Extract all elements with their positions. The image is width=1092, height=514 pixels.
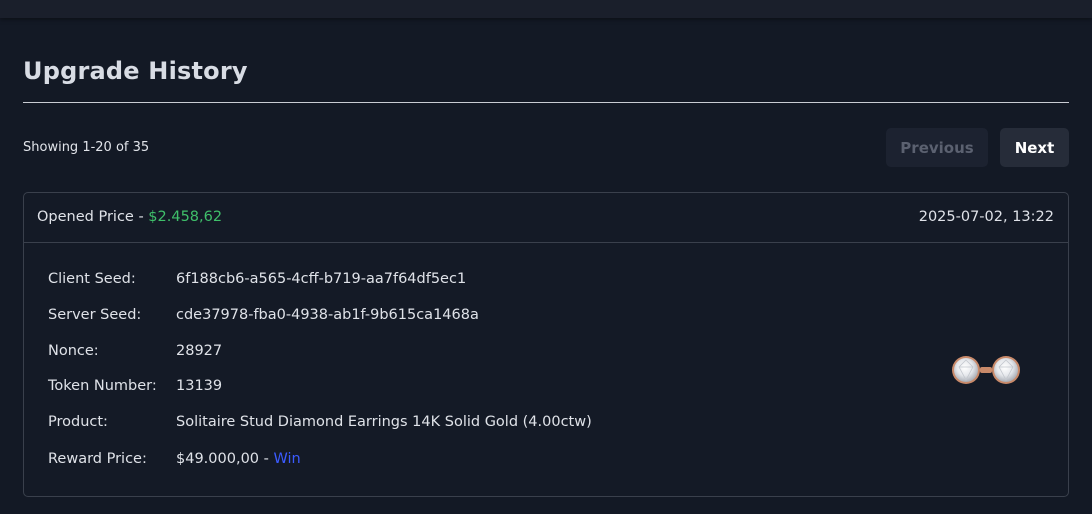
card-header: Opened Price - $2.458,62 2025-07-02, 13:… (24, 193, 1068, 243)
client-seed-value: 6f188cb6-a565-4cff-b719-aa7f64df5ec1 (176, 271, 467, 287)
nonce-label: Nonce: (48, 343, 99, 359)
nonce-value: 28927 (176, 343, 223, 359)
token-number-value: 13139 (176, 378, 223, 394)
reward-separator: - (259, 451, 274, 467)
previous-button[interactable]: Previous (886, 128, 988, 167)
token-number-label: Token Number: (48, 378, 157, 394)
top-bar (0, 0, 1092, 18)
server-seed-value: cde37978-fba0-4938-ab1f-9b615ca1468a (176, 307, 479, 323)
page-title: Upgrade History (23, 57, 248, 85)
next-button[interactable]: Next (1000, 128, 1069, 167)
opened-price-label: Opened Price - (37, 209, 149, 225)
reward-price-value: $49.000,00 - Win (176, 451, 301, 467)
opened-price-value: $2.458,62 (148, 209, 223, 225)
opened-price: Opened Price - $2.458,62 (37, 209, 222, 225)
reward-price-label: Reward Price: (48, 451, 147, 467)
reward-amount: $49.000,00 (176, 451, 260, 467)
pagination-summary: Showing 1-20 of 35 (23, 140, 150, 155)
client-seed-label: Client Seed: (48, 271, 136, 287)
title-divider (23, 102, 1069, 103)
diamond-earrings-image (952, 356, 1020, 384)
product-value: Solitaire Stud Diamond Earrings 14K Soli… (176, 414, 592, 430)
server-seed-label: Server Seed: (48, 307, 142, 323)
result-badge: Win (273, 451, 301, 467)
entry-timestamp: 2025-07-02, 13:22 (918, 209, 1054, 225)
product-label: Product: (48, 414, 108, 430)
upgrade-history-card: Opened Price - $2.458,62 2025-07-02, 13:… (23, 192, 1069, 497)
